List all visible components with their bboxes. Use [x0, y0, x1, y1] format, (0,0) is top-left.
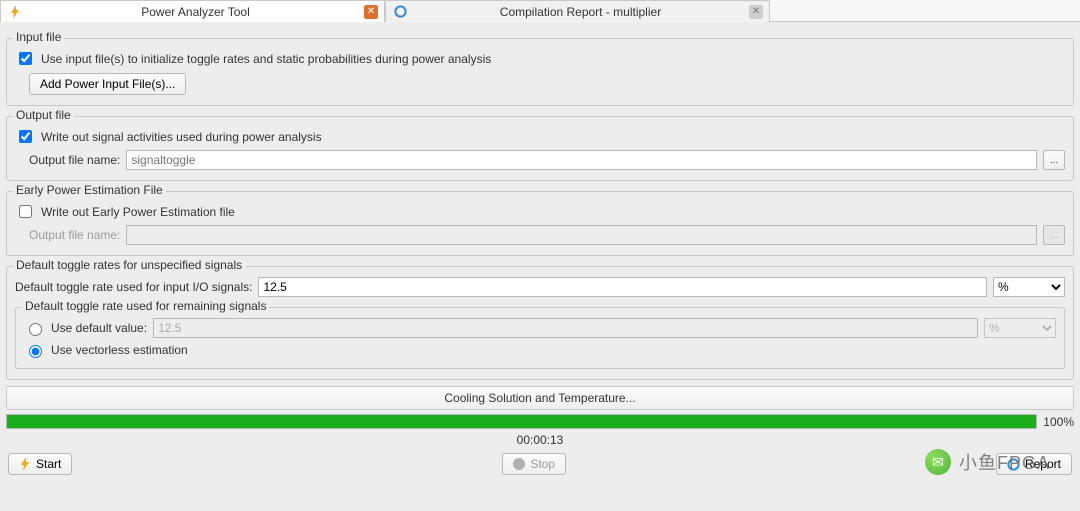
- tab-label: Compilation Report - multiplier: [412, 5, 749, 19]
- group-legend: Early Power Estimation File: [13, 183, 166, 197]
- browse-button: ...: [1043, 225, 1065, 245]
- epe-filename-label: Output file name:: [29, 228, 120, 242]
- browse-button[interactable]: ...: [1043, 150, 1065, 170]
- close-icon[interactable]: ✕: [364, 5, 378, 19]
- use-default-label: Use default value:: [51, 321, 147, 335]
- progress-percent-label: 100%: [1043, 415, 1074, 429]
- io-toggle-unit-select[interactable]: %: [993, 277, 1065, 297]
- bottom-bar: Start Stop Report: [6, 453, 1074, 475]
- tab-bar: Power Analyzer Tool ✕ Compilation Report…: [0, 0, 1080, 22]
- progress-fill: [7, 415, 1036, 428]
- page-body: Input file Use input file(s) to initiali…: [0, 22, 1080, 511]
- write-epe-checkbox[interactable]: [19, 205, 32, 218]
- cooling-label: Cooling Solution and Temperature...: [444, 391, 635, 405]
- tab-label: Power Analyzer Tool: [27, 5, 364, 19]
- write-epe-label: Write out Early Power Estimation file: [41, 205, 235, 219]
- progress-bar: [6, 414, 1037, 429]
- start-button[interactable]: Start: [8, 453, 72, 475]
- use-default-value-input: [153, 318, 978, 338]
- tab-compilation-report[interactable]: Compilation Report - multiplier ✕: [385, 0, 770, 22]
- add-power-input-files-button[interactable]: Add Power Input File(s)...: [29, 73, 186, 95]
- vectorless-radio[interactable]: [29, 345, 42, 358]
- write-signal-activities-label: Write out signal activities used during …: [41, 130, 322, 144]
- stop-button[interactable]: Stop: [502, 453, 566, 475]
- use-input-files-label: Use input file(s) to initialize toggle r…: [41, 52, 491, 66]
- report-button[interactable]: Report: [996, 453, 1072, 475]
- stop-icon: [513, 458, 525, 470]
- tab-power-analyzer[interactable]: Power Analyzer Tool ✕: [0, 0, 385, 22]
- group-output-file: Output file Write out signal activities …: [6, 116, 1074, 181]
- group-toggle-rates: Default toggle rates for unspecified sig…: [6, 266, 1074, 380]
- close-icon[interactable]: ✕: [749, 5, 763, 19]
- progress-row: 100%: [6, 414, 1074, 429]
- group-legend: Input file: [13, 30, 64, 44]
- cooling-expander[interactable]: Cooling Solution and Temperature...: [6, 386, 1074, 410]
- use-input-files-checkbox[interactable]: [19, 52, 32, 65]
- group-legend: Output file: [13, 108, 74, 122]
- output-filename-label: Output file name:: [29, 153, 120, 167]
- vectorless-label: Use vectorless estimation: [51, 343, 188, 357]
- report-ring-icon: [392, 4, 408, 20]
- epe-filename-input: [126, 225, 1037, 245]
- output-filename-input[interactable]: [126, 150, 1037, 170]
- group-legend: Default toggle rate used for remaining s…: [22, 299, 269, 313]
- write-signal-activities-checkbox[interactable]: [19, 130, 32, 143]
- io-toggle-input[interactable]: [258, 277, 987, 297]
- bolt-icon: [19, 457, 31, 471]
- group-epe-file: Early Power Estimation File Write out Ea…: [6, 191, 1074, 256]
- use-default-unit-select: %: [984, 318, 1056, 338]
- group-input-file: Input file Use input file(s) to initiali…: [6, 38, 1074, 106]
- bolt-icon: [7, 4, 23, 20]
- io-toggle-label: Default toggle rate used for input I/O s…: [15, 280, 252, 294]
- report-ring-icon: [1007, 458, 1020, 471]
- group-remaining-signals: Default toggle rate used for remaining s…: [15, 307, 1065, 369]
- elapsed-time: 00:00:13: [6, 431, 1074, 453]
- use-default-radio[interactable]: [29, 323, 42, 336]
- group-legend: Default toggle rates for unspecified sig…: [13, 258, 245, 272]
